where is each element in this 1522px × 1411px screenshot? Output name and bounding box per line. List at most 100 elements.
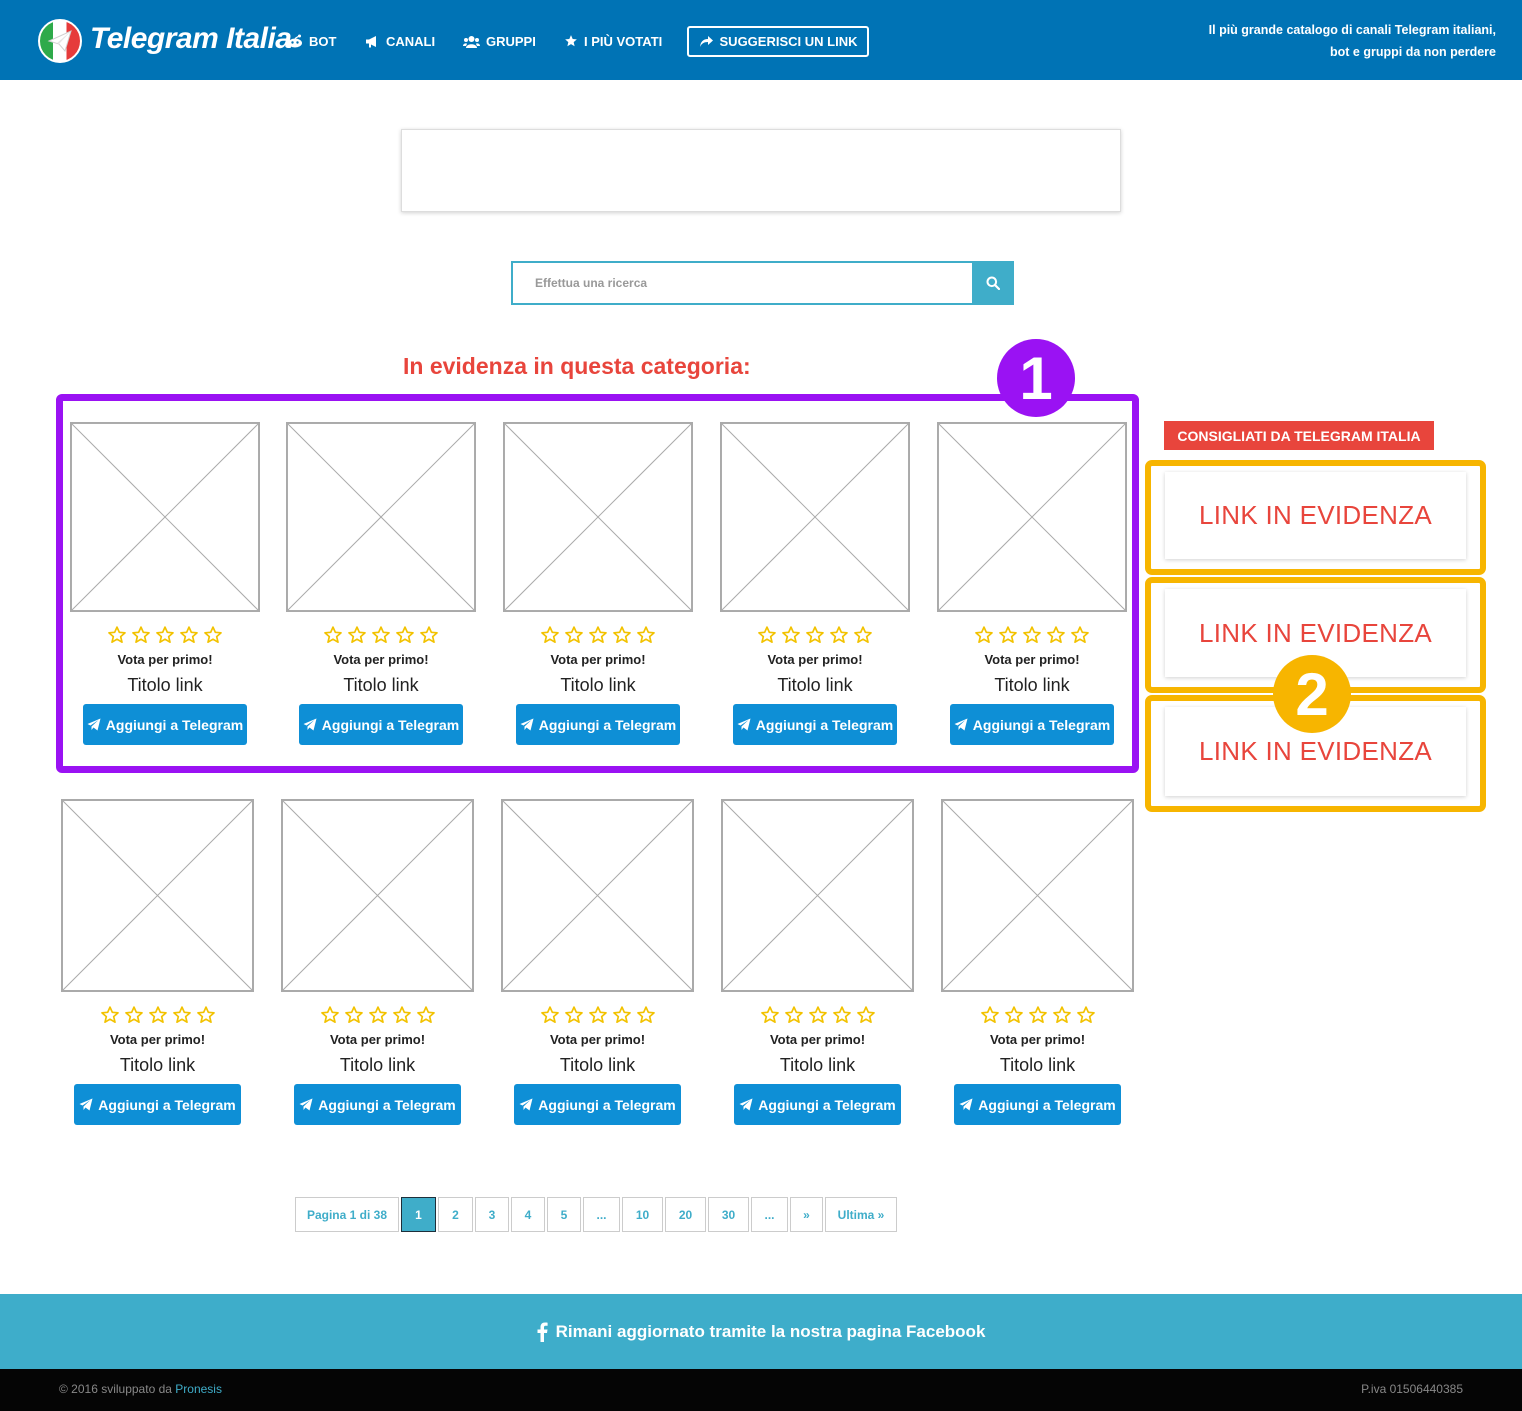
- empty-star-icon[interactable]: [856, 1005, 876, 1025]
- empty-star-icon[interactable]: [588, 1005, 608, 1025]
- empty-star-icon[interactable]: [155, 625, 175, 645]
- add-to-telegram-button[interactable]: Aggiungi a Telegram: [74, 1084, 241, 1125]
- empty-star-icon[interactable]: [540, 625, 560, 645]
- empty-star-icon[interactable]: [612, 625, 632, 645]
- page-20[interactable]: 20: [665, 1197, 706, 1232]
- page-3[interactable]: 3: [475, 1197, 509, 1232]
- empty-star-icon[interactable]: [1076, 1005, 1096, 1025]
- empty-star-icon[interactable]: [1004, 1005, 1024, 1025]
- empty-star-icon[interactable]: [805, 625, 825, 645]
- empty-star-icon[interactable]: [1070, 625, 1090, 645]
- page-1[interactable]: 1: [401, 1197, 436, 1232]
- empty-star-icon[interactable]: [347, 625, 367, 645]
- empty-star-icon[interactable]: [203, 625, 223, 645]
- rating-stars[interactable]: [937, 625, 1127, 645]
- add-to-telegram-button[interactable]: Aggiungi a Telegram: [514, 1084, 681, 1125]
- empty-star-icon[interactable]: [784, 1005, 804, 1025]
- search-input[interactable]: [511, 261, 972, 305]
- add-to-telegram-button[interactable]: Aggiungi a Telegram: [734, 1084, 901, 1125]
- link-title[interactable]: Titolo link: [501, 1054, 694, 1076]
- empty-star-icon[interactable]: [832, 1005, 852, 1025]
- empty-star-icon[interactable]: [757, 625, 777, 645]
- empty-star-icon[interactable]: [998, 625, 1018, 645]
- add-to-telegram-button[interactable]: Aggiungi a Telegram: [516, 704, 680, 745]
- page-next[interactable]: »: [790, 1197, 823, 1232]
- featured-link-1[interactable]: LINK IN EVIDENZA: [1165, 472, 1466, 559]
- rating-stars[interactable]: [61, 1005, 254, 1025]
- empty-star-icon[interactable]: [172, 1005, 192, 1025]
- link-title[interactable]: Titolo link: [941, 1054, 1134, 1076]
- empty-star-icon[interactable]: [179, 625, 199, 645]
- rating-stars[interactable]: [70, 625, 260, 645]
- link-title[interactable]: Titolo link: [70, 674, 260, 696]
- empty-star-icon[interactable]: [100, 1005, 120, 1025]
- page-30[interactable]: 30: [708, 1197, 749, 1232]
- add-to-telegram-button[interactable]: Aggiungi a Telegram: [733, 704, 897, 745]
- nav-canali[interactable]: CANALI: [365, 31, 435, 51]
- page-last[interactable]: Ultima »: [825, 1197, 897, 1232]
- suggest-link-button[interactable]: SUGGERISCI UN LINK: [687, 26, 869, 57]
- logo-text[interactable]: Telegram Italia: [90, 22, 292, 56]
- add-to-telegram-button[interactable]: Aggiungi a Telegram: [294, 1084, 461, 1125]
- empty-star-icon[interactable]: [419, 625, 439, 645]
- empty-star-icon[interactable]: [131, 625, 151, 645]
- empty-star-icon[interactable]: [320, 1005, 340, 1025]
- facebook-banner[interactable]: Rimani aggiornato tramite la nostra pagi…: [0, 1294, 1522, 1369]
- empty-star-icon[interactable]: [323, 625, 343, 645]
- empty-star-icon[interactable]: [107, 625, 127, 645]
- page-2[interactable]: 2: [438, 1197, 473, 1232]
- empty-star-icon[interactable]: [416, 1005, 436, 1025]
- empty-star-icon[interactable]: [808, 1005, 828, 1025]
- add-to-telegram-button[interactable]: Aggiungi a Telegram: [954, 1084, 1121, 1125]
- empty-star-icon[interactable]: [1028, 1005, 1048, 1025]
- logo-icon[interactable]: [38, 19, 82, 63]
- empty-star-icon[interactable]: [636, 625, 656, 645]
- empty-star-icon[interactable]: [1052, 1005, 1072, 1025]
- empty-star-icon[interactable]: [760, 1005, 780, 1025]
- link-title[interactable]: Titolo link: [721, 1054, 914, 1076]
- rating-stars[interactable]: [503, 625, 693, 645]
- page-5[interactable]: 5: [547, 1197, 581, 1232]
- rating-stars[interactable]: [286, 625, 476, 645]
- empty-star-icon[interactable]: [781, 625, 801, 645]
- link-title[interactable]: Titolo link: [281, 1054, 474, 1076]
- link-title[interactable]: Titolo link: [503, 674, 693, 696]
- empty-star-icon[interactable]: [980, 1005, 1000, 1025]
- rating-stars[interactable]: [721, 1005, 914, 1025]
- rating-stars[interactable]: [941, 1005, 1134, 1025]
- empty-star-icon[interactable]: [853, 625, 873, 645]
- search-button[interactable]: [972, 261, 1014, 305]
- empty-star-icon[interactable]: [392, 1005, 412, 1025]
- empty-star-icon[interactable]: [588, 625, 608, 645]
- link-title[interactable]: Titolo link: [720, 674, 910, 696]
- empty-star-icon[interactable]: [344, 1005, 364, 1025]
- empty-star-icon[interactable]: [636, 1005, 656, 1025]
- empty-star-icon[interactable]: [1022, 625, 1042, 645]
- empty-star-icon[interactable]: [1046, 625, 1066, 645]
- empty-star-icon[interactable]: [368, 1005, 388, 1025]
- rating-stars[interactable]: [281, 1005, 474, 1025]
- empty-star-icon[interactable]: [124, 1005, 144, 1025]
- empty-star-icon[interactable]: [974, 625, 994, 645]
- nav-bot[interactable]: BOT: [287, 31, 336, 51]
- link-title[interactable]: Titolo link: [937, 674, 1127, 696]
- empty-star-icon[interactable]: [371, 625, 391, 645]
- rating-stars[interactable]: [501, 1005, 694, 1025]
- page-4[interactable]: 4: [511, 1197, 545, 1232]
- link-title[interactable]: Titolo link: [286, 674, 476, 696]
- rating-stars[interactable]: [720, 625, 910, 645]
- page-10[interactable]: 10: [622, 1197, 663, 1232]
- add-to-telegram-button[interactable]: Aggiungi a Telegram: [950, 704, 1114, 745]
- empty-star-icon[interactable]: [564, 1005, 584, 1025]
- developer-link[interactable]: Pronesis: [175, 1382, 222, 1396]
- empty-star-icon[interactable]: [196, 1005, 216, 1025]
- empty-star-icon[interactable]: [564, 625, 584, 645]
- nav-gruppi[interactable]: GRUPPI: [463, 31, 536, 51]
- empty-star-icon[interactable]: [829, 625, 849, 645]
- add-to-telegram-button[interactable]: Aggiungi a Telegram: [83, 704, 247, 745]
- empty-star-icon[interactable]: [540, 1005, 560, 1025]
- empty-star-icon[interactable]: [148, 1005, 168, 1025]
- link-title[interactable]: Titolo link: [61, 1054, 254, 1076]
- empty-star-icon[interactable]: [612, 1005, 632, 1025]
- add-to-telegram-button[interactable]: Aggiungi a Telegram: [299, 704, 463, 745]
